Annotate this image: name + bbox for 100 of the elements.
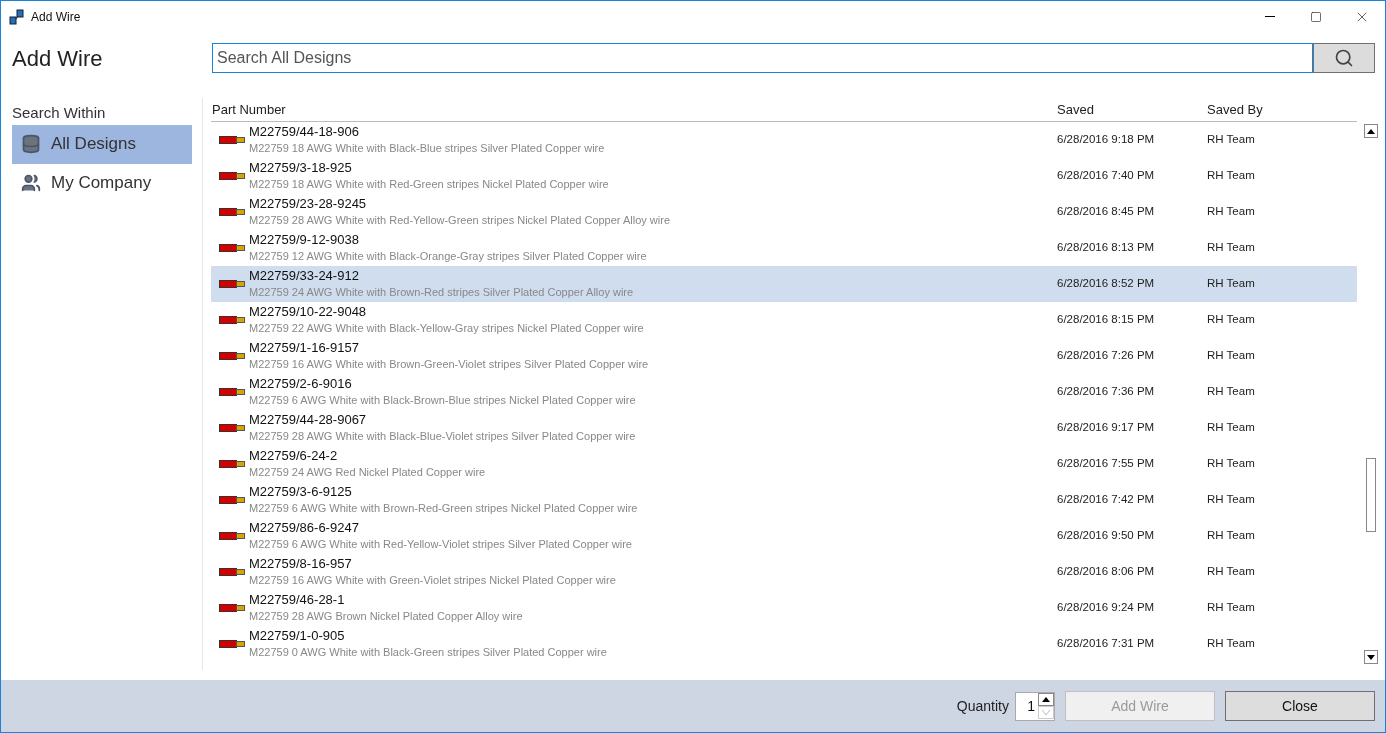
wire-icon [218, 136, 245, 144]
part-description: M22759 6 AWG White with Black-Brown-Blue stripes Nickel Plated Copper wire [249, 393, 636, 408]
saved-date: 6/28/2016 8:45 PM [1057, 204, 1156, 220]
search-field[interactable]: Search All Designs [212, 43, 1313, 73]
sidebar-title: Search Within [12, 103, 107, 123]
part-number: M22759/3-6-9125 [249, 484, 352, 500]
part-number: M22759/33-24-912 [249, 268, 359, 284]
saved-by: RH Team [1207, 204, 1256, 220]
part-description: M22759 24 AWG White with Brown-Red stripes Silver Plated Copper Alloy wire [249, 285, 634, 300]
part-number: M22759/86-6-9247 [249, 520, 359, 536]
maximize-icon [1310, 10, 1322, 23]
wire-icon [218, 640, 245, 648]
saved-by: RH Team [1207, 312, 1256, 328]
part-number: M22759/44-28-9067 [249, 412, 367, 428]
sidebar-item[interactable]: All Designs [12, 124, 192, 164]
page-heading: Add Wire [11, 44, 104, 73]
wire-icon [218, 352, 245, 360]
part-number: M22759/2-6-9016 [249, 376, 352, 392]
part-description: M22759 6 AWG White with Brown-Red-Green stripes Nickel Plated Copper wire [249, 501, 638, 516]
search-button[interactable] [1313, 43, 1375, 73]
wire-icon [218, 496, 245, 504]
wire-icon [218, 208, 245, 216]
part-number: M22759/8-16-957 [249, 556, 352, 572]
part-description: M22759 22 AWG White with Black-Yellow-Gray stripes Nickel Plated Copper wire [249, 321, 644, 336]
saved-date: 6/28/2016 8:13 PM [1057, 240, 1156, 256]
saved-by: RH Team [1207, 240, 1256, 256]
part-description: M22759 6 AWG White with Red-Yellow-Violet stripes Silver Plated Copper wire [249, 537, 632, 552]
part-number: M22759/46-28-1 [249, 592, 345, 608]
part-number: M22759/10-22-9048 [249, 304, 367, 320]
minimize-icon [1265, 16, 1275, 17]
wire-icon [218, 568, 245, 576]
part-number: M22759/9-12-9038 [249, 232, 359, 248]
saved-by: RH Team [1207, 636, 1256, 652]
saved-by: RH Team [1207, 132, 1256, 148]
saved-date: 6/28/2016 7:31 PM [1057, 636, 1156, 652]
app-icon [9, 8, 25, 25]
saved-by: RH Team [1207, 348, 1256, 364]
saved-by: RH Team [1207, 600, 1256, 616]
saved-date: 6/28/2016 9:17 PM [1057, 420, 1156, 436]
column-header[interactable]: Part Number [211, 99, 1057, 120]
database-icon [21, 134, 41, 154]
part-description: M22759 16 AWG White with Brown-Green-Violet stripes Silver Plated Copper wire [249, 357, 649, 372]
wire-icon [218, 316, 245, 324]
dialog-button[interactable]: Close [1225, 691, 1375, 721]
saved-by: RH Team [1207, 168, 1256, 184]
part-description: M22759 18 AWG White with Black-Blue stripes Silver Plated Copper wire [249, 141, 605, 156]
up-arrow-icon [1367, 128, 1375, 134]
saved-date: 6/28/2016 7:55 PM [1057, 456, 1156, 472]
saved-date: 6/28/2016 9:50 PM [1057, 528, 1156, 544]
part-number: M22759/23-28-9245 [249, 196, 367, 212]
part-number: M22759/1-16-9157 [249, 340, 359, 356]
wire-icon [218, 460, 245, 468]
column-header[interactable]: Saved By [1207, 99, 1357, 120]
part-description: M22759 28 AWG Brown Nickel Plated Copper Alloy wire [249, 609, 523, 624]
saved-by: RH Team [1207, 564, 1256, 580]
wire-icon [218, 532, 245, 540]
saved-by: RH Team [1207, 528, 1256, 544]
scroll-up-button[interactable] [1364, 124, 1378, 138]
up-arrow-icon [1042, 696, 1050, 702]
part-number: M22759/44-18-906 [249, 124, 359, 140]
window-title: Add Wire [31, 8, 81, 26]
quantity-label: Quantity [956, 696, 1009, 716]
saved-by: RH Team [1207, 492, 1256, 508]
search-icon [1334, 48, 1354, 68]
saved-date: 6/28/2016 8:52 PM [1057, 276, 1156, 292]
part-number: M22759/3-18-925 [249, 160, 352, 176]
saved-by: RH Team [1207, 276, 1256, 292]
saved-date: 6/28/2016 8:15 PM [1057, 312, 1156, 328]
saved-date: 6/28/2016 7:36 PM [1057, 384, 1156, 400]
wire-icon [218, 244, 245, 252]
part-description: M22759 18 AWG White with Red-Green stripes Nickel Plated Copper wire [249, 177, 609, 192]
wire-icon [218, 424, 245, 432]
part-description: M22759 28 AWG White with Black-Blue-Violet stripes Silver Plated Copper wire [249, 429, 636, 444]
saved-date: 6/28/2016 8:06 PM [1057, 564, 1156, 580]
saved-date: 6/28/2016 9:18 PM [1057, 132, 1156, 148]
people-icon [21, 173, 41, 193]
saved-by: RH Team [1207, 384, 1256, 400]
part-description: M22759 16 AWG White with Green-Violet stripes Nickel Plated Copper wire [249, 573, 616, 588]
saved-by: RH Team [1207, 420, 1256, 436]
part-description: M22759 28 AWG White with Red-Yellow-Green stripes Nickel Plated Copper Alloy wire [249, 213, 671, 228]
down-arrow-icon [1367, 654, 1375, 660]
wire-icon [218, 604, 245, 612]
spin-up-button[interactable] [1038, 692, 1054, 706]
part-description: M22759 12 AWG White with Black-Orange-Gray stripes Silver Plated Copper wire [249, 249, 647, 264]
saved-date: 6/28/2016 9:24 PM [1057, 600, 1156, 616]
part-number: M22759/1-0-905 [249, 628, 345, 644]
part-description: M22759 0 AWG White with Black-Green stripes Silver Plated Copper wire [249, 645, 607, 660]
column-header[interactable]: Saved [1057, 99, 1207, 120]
saved-date: 6/28/2016 7:26 PM [1057, 348, 1156, 364]
saved-date: 6/28/2016 7:42 PM [1057, 492, 1156, 508]
quantity-spinner[interactable]: 1 [1015, 691, 1055, 721]
scroll-down-button[interactable] [1364, 650, 1378, 664]
part-description: M22759 24 AWG Red Nickel Plated Copper wire [249, 465, 486, 480]
saved-by: RH Team [1207, 456, 1256, 472]
part-number: M22759/6-24-2 [249, 448, 338, 464]
saved-date: 6/28/2016 7:40 PM [1057, 168, 1156, 184]
wire-icon [218, 280, 245, 288]
table-row[interactable]: M22759/33-24-912 M22759 24 AWG White with Brown-Red stripes Silver Plated Copper Alloy wire 6/28/2016 8:52 PM RH Team [211, 266, 1357, 302]
wire-icon [218, 388, 245, 396]
scroll-thumb[interactable] [1366, 458, 1376, 532]
